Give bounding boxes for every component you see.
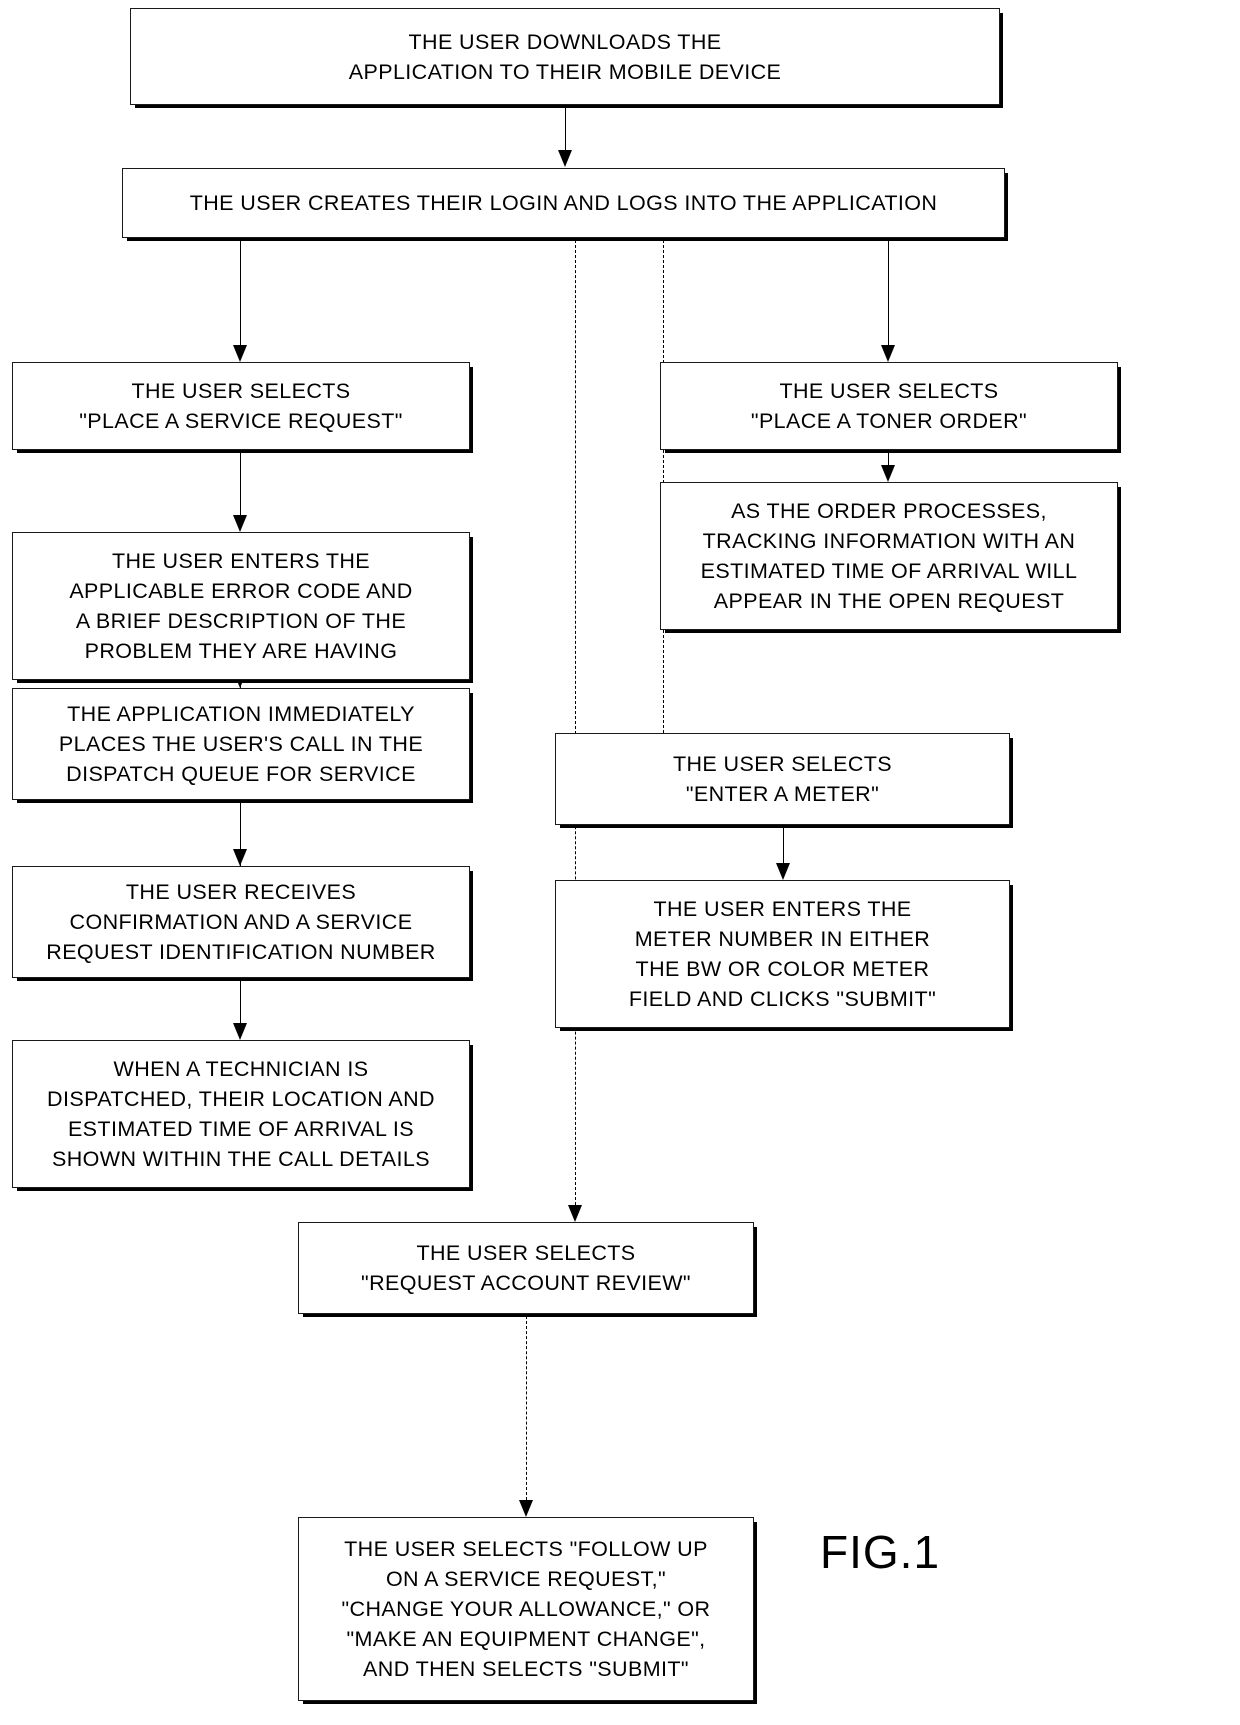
arrow-to-error-code [233, 515, 247, 532]
node-create-login-label: THE USER CREATES THEIR LOGIN AND LOGS IN… [189, 191, 938, 215]
connector-dispatch-to-confirmation [240, 802, 241, 849]
connector-confirmation-to-technician [240, 980, 241, 1023]
node-select-enter-a-meter-label: THE USER SELECTS "ENTER A METER" [672, 752, 893, 806]
node-follow-up-options-submit-label: THE USER SELECTS "FOLLOW UP ON A SERVICE… [341, 1537, 711, 1681]
node-follow-up-options-submit: THE USER SELECTS "FOLLOW UP ON A SERVICE… [298, 1517, 754, 1701]
node-enter-error-code-label: THE USER ENTERS THE APPLICABLE ERROR COD… [69, 549, 413, 663]
arrow-to-login [558, 150, 572, 167]
node-select-request-account-review: THE USER SELECTS "REQUEST ACCOUNT REVIEW… [298, 1222, 754, 1314]
node-select-place-toner-order: THE USER SELECTS "PLACE A TONER ORDER" [660, 362, 1118, 450]
arrow-to-toner-order [881, 345, 895, 362]
arrow-to-meter-number [776, 863, 790, 880]
connector-login-to-service-request [240, 240, 241, 346]
arrow-to-technician [233, 1023, 247, 1040]
node-technician-dispatched: WHEN A TECHNICIAN IS DISPATCHED, THEIR L… [12, 1040, 470, 1188]
connector-enter-meter-to-meter-number [783, 827, 784, 863]
connector-download-to-login [565, 105, 566, 150]
arrow-to-tracking [881, 465, 895, 482]
node-enter-meter-number: THE USER ENTERS THE METER NUMBER IN EITH… [555, 880, 1010, 1028]
node-download-application: THE USER DOWNLOADS THE APPLICATION TO TH… [130, 8, 1000, 105]
node-dispatch-queue-label: THE APPLICATION IMMEDIATELY PLACES THE U… [58, 702, 424, 786]
connector-login-to-account-review [575, 240, 576, 1205]
node-confirmation-and-request-number: THE USER RECEIVES CONFIRMATION AND A SER… [12, 866, 470, 978]
node-enter-error-code: THE USER ENTERS THE APPLICABLE ERROR COD… [12, 532, 470, 680]
node-order-tracking-information: AS THE ORDER PROCESSES, TRACKING INFORMA… [660, 482, 1118, 630]
node-dispatch-queue: THE APPLICATION IMMEDIATELY PLACES THE U… [12, 688, 470, 800]
arrow-to-account-review [568, 1205, 582, 1222]
connector-login-to-toner-order [888, 240, 889, 346]
node-select-request-account-review-label: THE USER SELECTS "REQUEST ACCOUNT REVIEW… [361, 1241, 691, 1295]
node-download-application-label: THE USER DOWNLOADS THE APPLICATION TO TH… [348, 29, 782, 84]
node-order-tracking-information-label: AS THE ORDER PROCESSES, TRACKING INFORMA… [700, 499, 1078, 613]
arrow-to-service-request [233, 345, 247, 362]
node-create-login: THE USER CREATES THEIR LOGIN AND LOGS IN… [122, 168, 1005, 238]
arrow-to-confirmation [233, 849, 247, 866]
arrow-to-follow-up [519, 1500, 533, 1517]
node-enter-meter-number-label: THE USER ENTERS THE METER NUMBER IN EITH… [628, 897, 937, 1011]
patent-flowchart-figure: THE USER DOWNLOADS THE APPLICATION TO TH… [0, 0, 1240, 1725]
figure-label: FIG.1 [820, 1526, 941, 1578]
node-select-place-service-request: THE USER SELECTS "PLACE A SERVICE REQUES… [12, 362, 470, 450]
node-select-enter-a-meter: THE USER SELECTS "ENTER A METER" [555, 733, 1010, 825]
connector-account-review-to-follow-up [526, 1316, 527, 1500]
connector-toner-order-to-tracking [888, 452, 889, 465]
connector-service-request-to-error-code [240, 452, 241, 515]
node-select-place-service-request-label: THE USER SELECTS "PLACE A SERVICE REQUES… [79, 379, 403, 433]
node-select-place-toner-order-label: THE USER SELECTS "PLACE A TONER ORDER" [750, 379, 1028, 433]
node-confirmation-and-request-number-label: THE USER RECEIVES CONFIRMATION AND A SER… [46, 880, 436, 964]
node-technician-dispatched-label: WHEN A TECHNICIAN IS DISPATCHED, THEIR L… [47, 1057, 435, 1171]
